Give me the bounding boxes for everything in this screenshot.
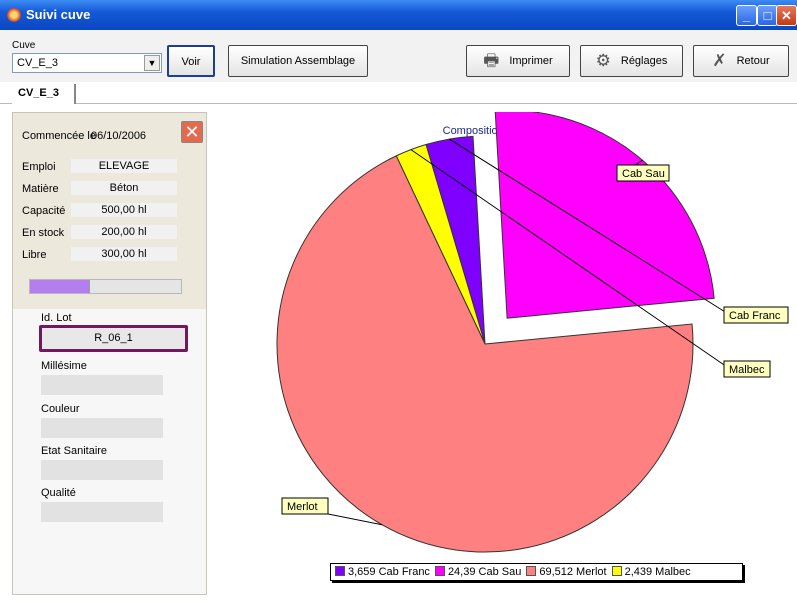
simulation-assemblage-button[interactable]: Simulation Assemblage <box>228 45 368 77</box>
matiere-label: Matière <box>22 183 59 195</box>
retour-button[interactable]: ✗ Retour <box>693 45 789 77</box>
en-stock-label: En stock <box>22 227 65 239</box>
capacite-label: Capacité <box>22 205 66 217</box>
chevron-down-icon[interactable]: ▼ <box>144 55 160 71</box>
libre-label: Libre <box>22 249 47 261</box>
started-label: Commencée le <box>22 130 96 142</box>
tab-label: CV_E_3 <box>18 87 59 99</box>
legend-swatch <box>434 566 445 576</box>
id-lot-field[interactable]: R_06_1 <box>39 325 188 352</box>
window-title: Suivi cuve <box>26 7 91 22</box>
matiere-value: Béton <box>71 181 177 195</box>
emploi-value: ELEVAGE <box>71 159 177 173</box>
etat-sanitaire-field[interactable] <box>41 460 163 480</box>
imprimer-button[interactable]: 🖶 Imprimer <box>466 45 570 77</box>
title-bar: Suivi cuve _ □ ✕ <box>0 0 797 30</box>
close-panel-button[interactable]: ✕ <box>181 121 203 143</box>
simulation-button-label: Simulation Assemblage <box>240 55 356 67</box>
id-lot-label: Id. Lot <box>41 312 72 324</box>
reglages-button[interactable]: ⚙ Réglages <box>580 45 683 77</box>
imprimer-button-label: Imprimer <box>509 55 553 67</box>
stock-progress-fill <box>30 280 91 293</box>
legend-text: 2,439 Malbec <box>624 566 691 578</box>
libre-value: 300,00 hl <box>71 247 177 261</box>
legend-text: 3,659 Cab Franc <box>348 566 430 578</box>
pie-slice-cab-sau <box>494 109 715 319</box>
started-date: 06/10/2006 <box>91 130 147 142</box>
legend-item: 2,439 Malbec <box>611 566 691 578</box>
legend-item: 24,39 Cab Sau <box>434 566 522 578</box>
pie-chart: Composition de cuve Cab SauCab FrancMalb… <box>276 109 789 553</box>
legend-text: 69,512 Merlot <box>539 566 607 578</box>
en-stock-value: 200,00 hl <box>71 225 177 239</box>
stock-progress-bar <box>29 279 182 294</box>
legend-item: 69,512 Merlot <box>526 566 607 578</box>
maximize-icon[interactable]: □ <box>757 5 778 26</box>
slice-label: Cab Franc <box>729 310 781 322</box>
qualite-label: Qualité <box>41 487 76 499</box>
voir-button-label: Voir <box>181 56 201 68</box>
cuve-select[interactable]: CV_E_3 ▼ <box>12 53 162 73</box>
etat-sanitaire-label: Etat Sanitaire <box>41 445 108 457</box>
close-icon: ✕ <box>184 122 200 142</box>
chart-legend: 3,659 Cab Franc 24,39 Cab Sau 69,512 Merlo… <box>330 563 743 581</box>
slice-label: Merlot <box>287 501 318 513</box>
composition-chart: Composition de cuve Cab Sau Cab Franc Malb… <box>215 109 795 597</box>
legend-swatch <box>611 566 622 576</box>
app-icon <box>7 8 21 22</box>
retour-button-label: Retour <box>736 55 770 67</box>
tab-strip: CV_E_3 <box>0 82 797 104</box>
millesime-field[interactable] <box>41 375 163 395</box>
couleur-label: Couleur <box>41 403 80 415</box>
millesime-label: Millésime <box>41 360 87 372</box>
cross-icon: ✗ <box>712 51 727 71</box>
slice-label: Malbec <box>729 364 765 376</box>
minimize-icon[interactable]: _ <box>736 5 757 26</box>
legend-item: 3,659 Cab Franc <box>335 566 430 578</box>
emploi-label: Emploi <box>22 161 56 173</box>
close-icon[interactable]: ✕ <box>776 5 797 26</box>
slice-label: Cab Sau <box>622 168 665 180</box>
gear-icon: ⚙ <box>595 51 611 71</box>
printer-icon: 🖶 <box>483 51 500 71</box>
voir-button[interactable]: Voir <box>167 45 215 77</box>
cuve-label: Cuve <box>12 40 36 51</box>
couleur-field[interactable] <box>41 418 163 438</box>
tank-info-panel: Commencée le 06/10/2006 ✕ Emploi ELEVAGE… <box>12 112 207 595</box>
cuve-select-value: CV_E_3 <box>17 57 58 69</box>
legend-text: 24,39 Cab Sau <box>447 566 522 578</box>
id-lot-value: R_06_1 <box>94 332 133 344</box>
qualite-field[interactable] <box>41 502 163 522</box>
capacite-value: 500,00 hl <box>71 203 177 217</box>
reglages-button-label: Réglages <box>620 55 668 67</box>
legend-swatch <box>335 566 345 576</box>
tab-cv-e-3[interactable]: CV_E_3 <box>12 84 76 104</box>
legend-swatch <box>526 566 537 576</box>
